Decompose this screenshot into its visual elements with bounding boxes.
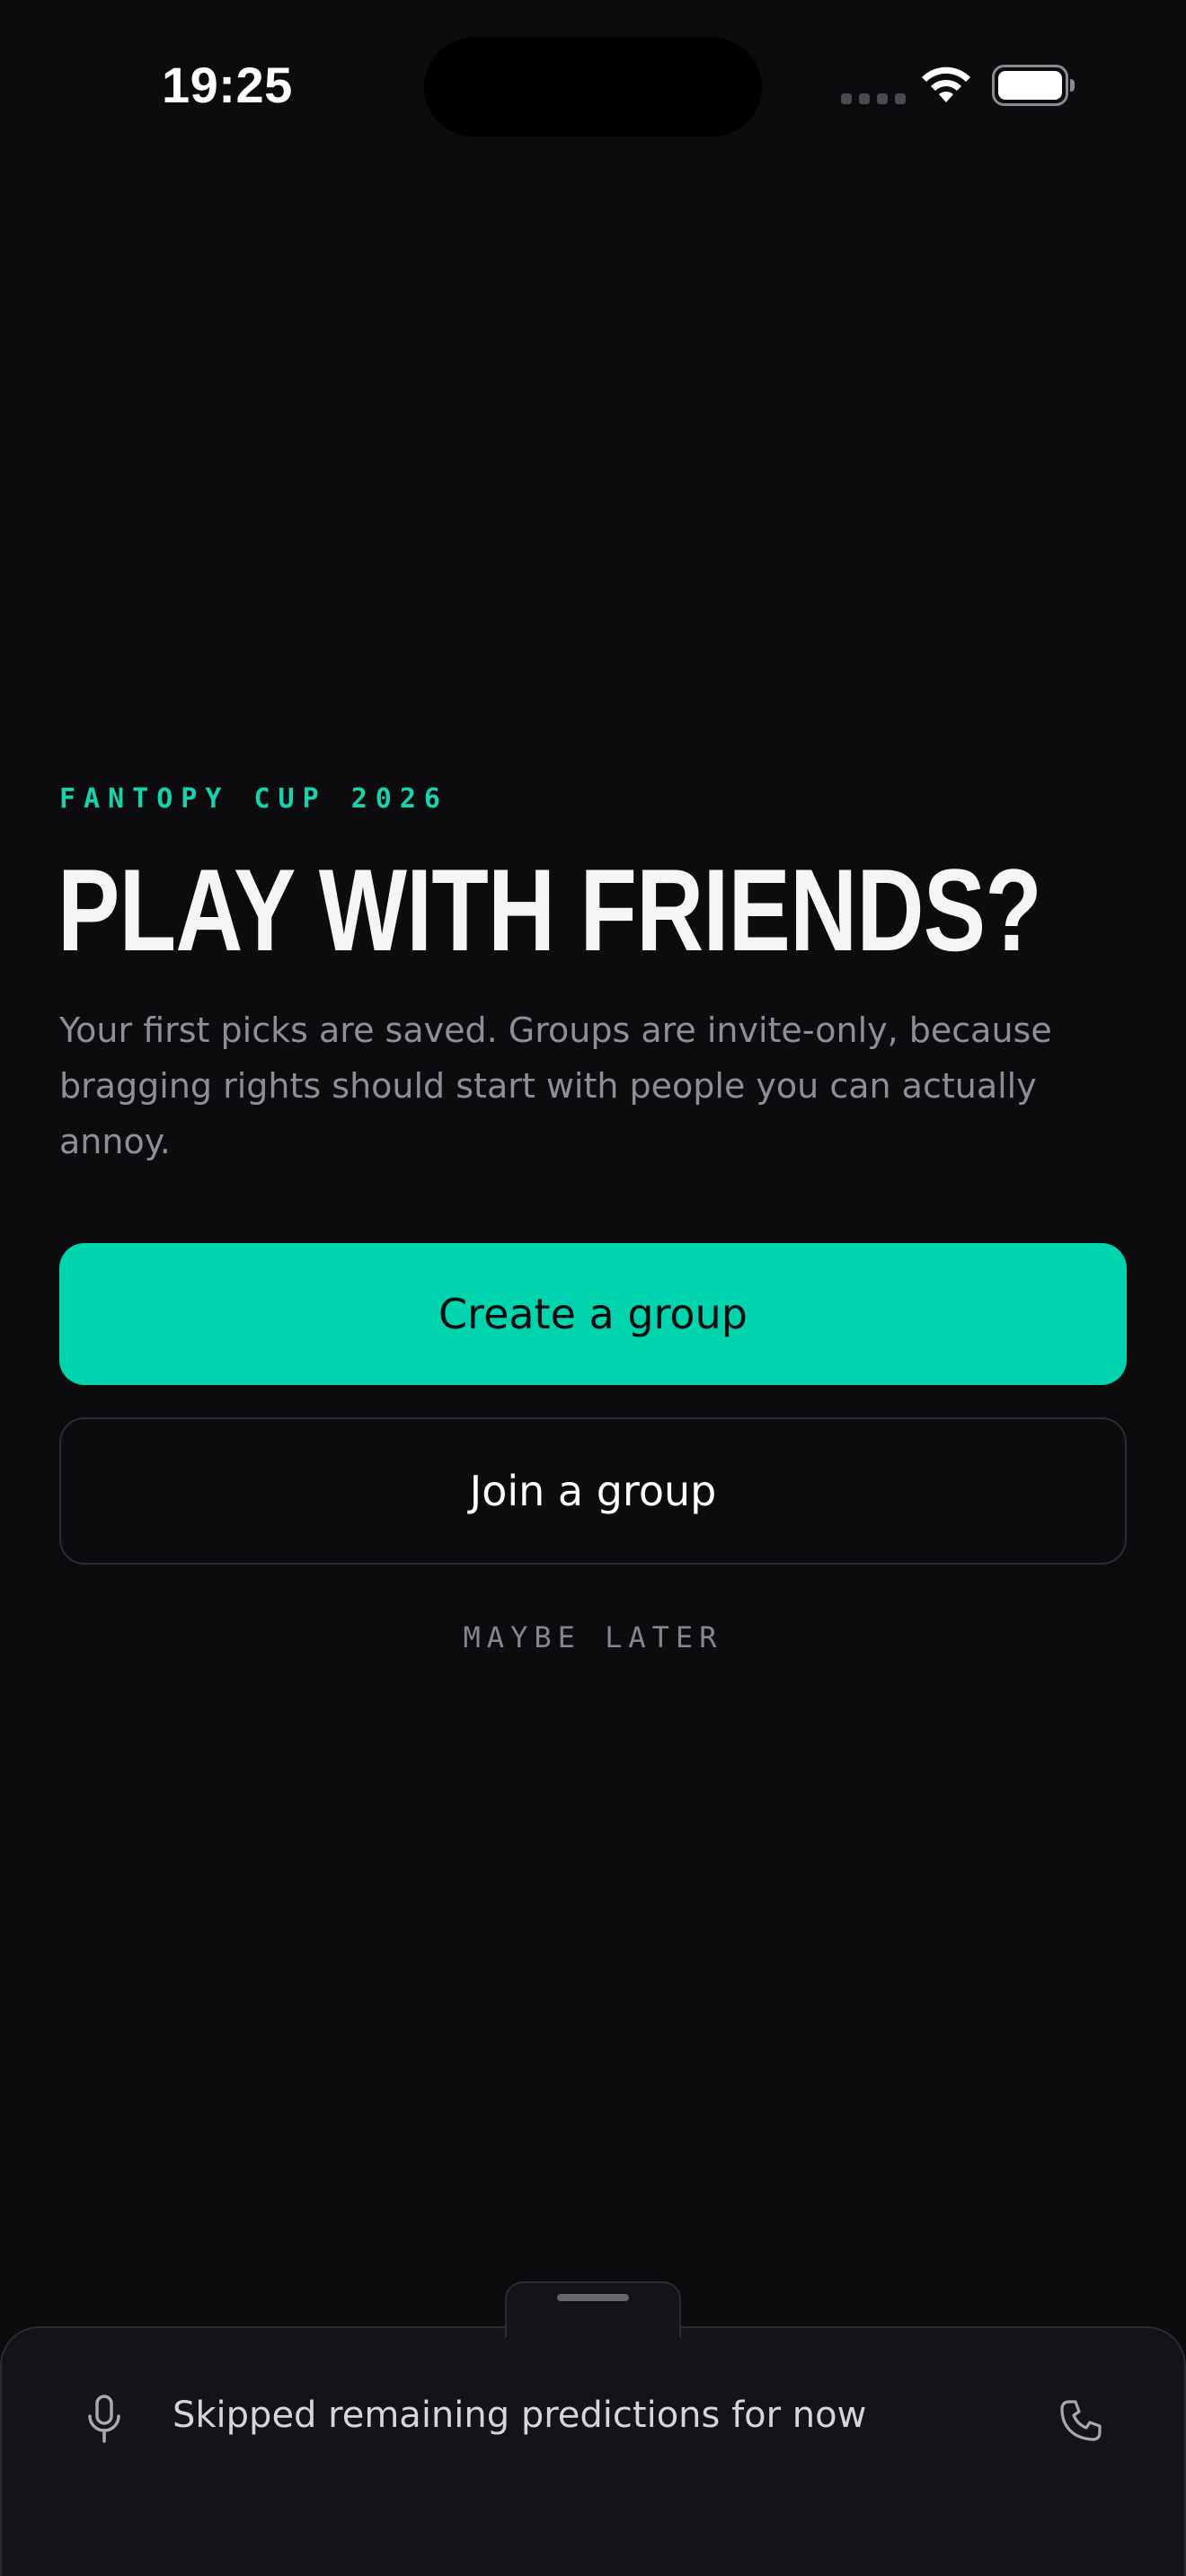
bottom-sheet — [0, 2326, 1186, 2576]
cellular-signal-icon — [841, 93, 906, 104]
phone-icon[interactable] — [1058, 2398, 1103, 2443]
join-group-button[interactable]: Join a group — [59, 1417, 1127, 1565]
dynamic-island — [424, 38, 762, 137]
bottom-sheet-tab[interactable] — [505, 2281, 681, 2337]
microphone-icon[interactable] — [84, 2393, 124, 2447]
status-time: 19:25 — [162, 57, 293, 113]
page-subtitle: Your first picks are saved. Groups are i… — [59, 1010, 1052, 1161]
event-eyebrow-label: FANTOPY CUP 2026 — [59, 783, 448, 815]
page-title: PLAY WITH FRIENDS? — [58, 844, 1042, 975]
battery-icon — [992, 65, 1075, 106]
maybe-later-link[interactable]: MAYBE LATER — [0, 1620, 1186, 1654]
create-group-button[interactable]: Create a group — [59, 1243, 1127, 1385]
status-message: Skipped remaining predictions for now — [173, 2395, 867, 2436]
bottom-sheet-drag-handle[interactable] — [557, 2294, 629, 2301]
wifi-icon — [922, 66, 970, 102]
